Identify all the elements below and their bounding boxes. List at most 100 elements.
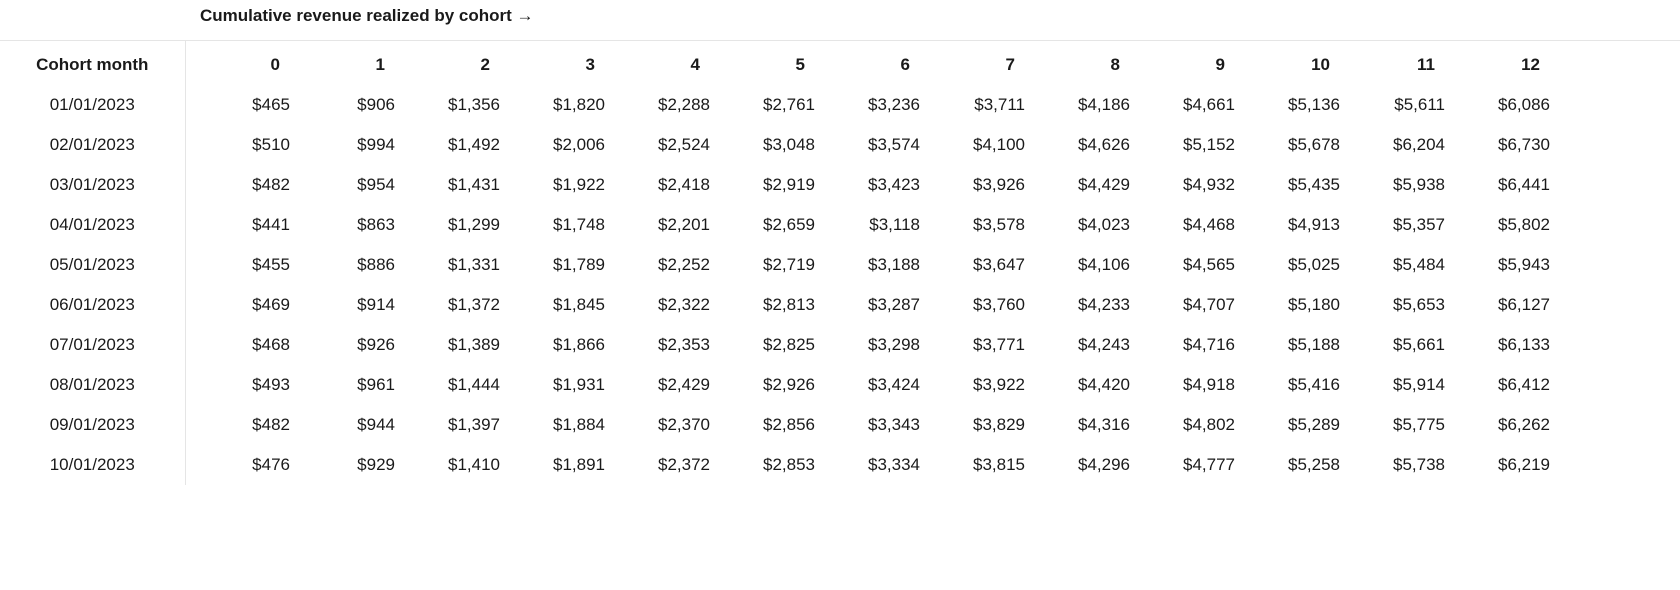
cell-value: $3,922 [920,365,1025,405]
column-header: 3 [500,41,605,85]
cell-value: $1,820 [500,85,605,125]
cell-value: $4,932 [1130,165,1235,205]
cell-value: $5,914 [1340,365,1445,405]
spacer [1550,285,1680,325]
cell-value: $4,716 [1130,325,1235,365]
cell-value: $2,813 [710,285,815,325]
cell-value: $4,707 [1130,285,1235,325]
cell-value: $455 [185,245,290,285]
cell-value: $4,100 [920,125,1025,165]
cell-value: $3,926 [920,165,1025,205]
cell-value: $886 [290,245,395,285]
cell-value: $5,611 [1340,85,1445,125]
spacer [1550,85,1680,125]
table-row: 07/01/2023$468$926$1,389$1,866$2,353$2,8… [0,325,1680,365]
cell-value: $1,397 [395,405,500,445]
column-header: 0 [185,41,290,85]
cell-value: $6,133 [1445,325,1550,365]
row-header: 05/01/2023 [0,245,185,285]
cell-value: $2,659 [710,205,815,245]
cell-value: $4,106 [1025,245,1130,285]
cell-value: $5,943 [1445,245,1550,285]
row-header: 10/01/2023 [0,445,185,485]
cell-value: $2,370 [605,405,710,445]
cell-value: $6,730 [1445,125,1550,165]
cell-value: $1,891 [500,445,605,485]
cell-value: $6,086 [1445,85,1550,125]
spacer [1550,445,1680,485]
table-row: 02/01/2023$510$994$1,492$2,006$2,524$3,0… [0,125,1680,165]
cell-value: $2,288 [605,85,710,125]
spacer [1550,205,1680,245]
cell-value: $468 [185,325,290,365]
column-header: 2 [395,41,500,85]
spacer [1550,41,1680,85]
cell-value: $5,258 [1235,445,1340,485]
cell-value: $3,829 [920,405,1025,445]
cell-value: $929 [290,445,395,485]
row-header: 02/01/2023 [0,125,185,165]
cell-value: $3,236 [815,85,920,125]
column-header: 11 [1340,41,1445,85]
cell-value: $3,334 [815,445,920,485]
cell-value: $5,289 [1235,405,1340,445]
cell-value: $5,357 [1340,205,1445,245]
cell-value: $482 [185,405,290,445]
cell-value: $4,918 [1130,365,1235,405]
cell-value: $5,152 [1130,125,1235,165]
cell-value: $465 [185,85,290,125]
cell-value: $961 [290,365,395,405]
row-header: 08/01/2023 [0,365,185,405]
column-header: 1 [290,41,395,85]
cell-value: $1,789 [500,245,605,285]
cell-value: $441 [185,205,290,245]
cell-value: $6,412 [1445,365,1550,405]
spacer [1550,245,1680,285]
cell-value: $5,435 [1235,165,1340,205]
cell-value: $1,866 [500,325,605,365]
cell-value: $2,006 [500,125,605,165]
column-header: 12 [1445,41,1550,85]
cell-value: $5,136 [1235,85,1340,125]
cell-value: $3,760 [920,285,1025,325]
cell-value: $954 [290,165,395,205]
cell-value: $3,424 [815,365,920,405]
cell-value: $2,252 [605,245,710,285]
column-header: 7 [920,41,1025,85]
cell-value: $2,825 [710,325,815,365]
cell-value: $3,423 [815,165,920,205]
table-row: 04/01/2023$441$863$1,299$1,748$2,201$2,6… [0,205,1680,245]
cell-value: $994 [290,125,395,165]
cell-value: $1,389 [395,325,500,365]
cell-value: $6,204 [1340,125,1445,165]
cell-value: $1,884 [500,405,605,445]
cell-value: $6,219 [1445,445,1550,485]
table-row: 05/01/2023$455$886$1,331$1,789$2,252$2,7… [0,245,1680,285]
cell-value: $2,919 [710,165,815,205]
cell-value: $5,938 [1340,165,1445,205]
cell-value: $2,524 [605,125,710,165]
cell-value: $1,356 [395,85,500,125]
cell-value: $2,853 [710,445,815,485]
cell-value: $3,118 [815,205,920,245]
cell-value: $1,410 [395,445,500,485]
column-header: 10 [1235,41,1340,85]
cohort-revenue-table-container: Cumulative revenue realized by cohort → … [0,0,1680,485]
cell-value: $1,492 [395,125,500,165]
column-header: 8 [1025,41,1130,85]
table-row: 10/01/2023$476$929$1,410$1,891$2,372$2,8… [0,445,1680,485]
cell-value: $3,298 [815,325,920,365]
cell-value: $3,771 [920,325,1025,365]
cell-value: $493 [185,365,290,405]
cell-value: $4,243 [1025,325,1130,365]
cell-value: $2,926 [710,365,815,405]
cell-value: $906 [290,85,395,125]
spacer [1550,165,1680,205]
cell-value: $6,127 [1445,285,1550,325]
cell-value: $4,802 [1130,405,1235,445]
cell-value: $4,661 [1130,85,1235,125]
cell-value: $1,845 [500,285,605,325]
spacer [1550,405,1680,445]
spacer [1550,125,1680,165]
table-title: Cumulative revenue realized by cohort → [0,0,1680,41]
